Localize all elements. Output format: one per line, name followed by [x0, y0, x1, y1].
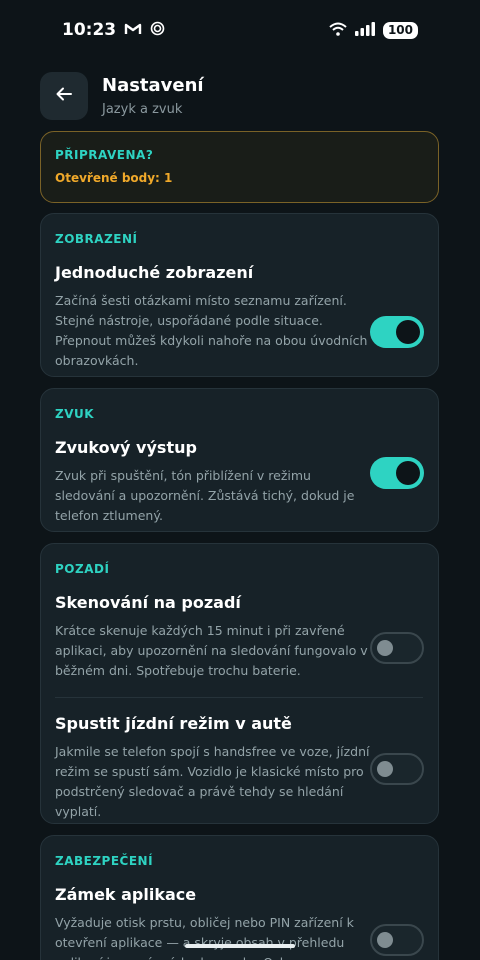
setting-row-car-mode: Spustit jízdní režim v autě Jakmile se t…	[55, 714, 438, 822]
gmail-icon	[124, 21, 142, 40]
ready-card[interactable]: PŘIPRAVENA? Otevřené body: 1	[40, 131, 439, 203]
simple-view-toggle[interactable]	[370, 316, 424, 348]
setting-description: Začíná šesti otázkami místo seznamu zaří…	[55, 293, 368, 368]
back-button[interactable]	[40, 72, 88, 120]
background-scan-toggle[interactable]	[370, 632, 424, 664]
setting-row-background-scan: Skenování na pozadí Krátce skenuje každý…	[55, 593, 438, 681]
setting-title: Jednoduché zobrazení	[55, 263, 254, 282]
display-section: ZOBRAZENÍ Jednoduché zobrazení Začíná še…	[40, 213, 439, 377]
home-indicator[interactable]	[185, 944, 295, 948]
page-header: Nastavení Jazyk a zvuk	[40, 72, 440, 120]
car-mode-toggle[interactable]	[370, 753, 424, 785]
setting-title: Zámek aplikace	[55, 885, 197, 904]
page-subtitle: Jazyk a zvuk	[102, 102, 183, 117]
setting-description: Krátce skenuje každých 15 minut i při za…	[55, 623, 368, 678]
section-label-security: ZABEZPEČENÍ	[55, 854, 154, 868]
section-label-sound: ZVUK	[55, 407, 95, 421]
arrow-left-icon	[55, 85, 73, 107]
setting-description: Zvuk při spuštění, tón přiblížení v reži…	[55, 468, 355, 523]
sound-section: ZVUK Zvukový výstup Zvuk při spuštění, t…	[40, 388, 439, 532]
sound-output-toggle[interactable]	[370, 457, 424, 489]
ready-card-title: PŘIPRAVENA?	[55, 148, 154, 162]
status-bar: 10:23 100	[0, 0, 480, 60]
setting-row-simple-view: Jednoduché zobrazení Začíná šesti otázka…	[55, 263, 438, 371]
status-time: 10:23	[62, 20, 117, 40]
section-label-background: POZADÍ	[55, 562, 110, 576]
battery-indicator: 100	[382, 21, 418, 39]
signal-icon	[354, 21, 375, 40]
divider	[55, 697, 423, 698]
setting-row-app-lock: Zámek aplikace Vyžaduje otisk prstu, obl…	[55, 885, 438, 960]
setting-description: Jakmile se telefon spojí s handsfree ve …	[55, 744, 370, 819]
sync-icon	[150, 21, 165, 40]
ready-card-subtitle: Otevřené body: 1	[55, 171, 173, 185]
setting-title: Zvukový výstup	[55, 438, 197, 457]
section-label-display: ZOBRAZENÍ	[55, 232, 138, 246]
setting-description: Vyžaduje otisk prstu, obličej nebo PIN z…	[55, 915, 354, 960]
setting-row-sound-output: Zvukový výstup Zvuk při spuštění, tón př…	[55, 438, 438, 526]
background-section: POZADÍ Skenování na pozadí Krátce skenuj…	[40, 543, 439, 824]
setting-title: Spustit jízdní režim v autě	[55, 714, 292, 733]
setting-title: Skenování na pozadí	[55, 593, 241, 612]
page-title: Nastavení	[102, 75, 204, 96]
security-section: ZABEZPEČENÍ Zámek aplikace Vyžaduje otis…	[40, 835, 439, 960]
wifi-icon	[329, 21, 347, 40]
app-lock-toggle[interactable]	[370, 924, 424, 956]
